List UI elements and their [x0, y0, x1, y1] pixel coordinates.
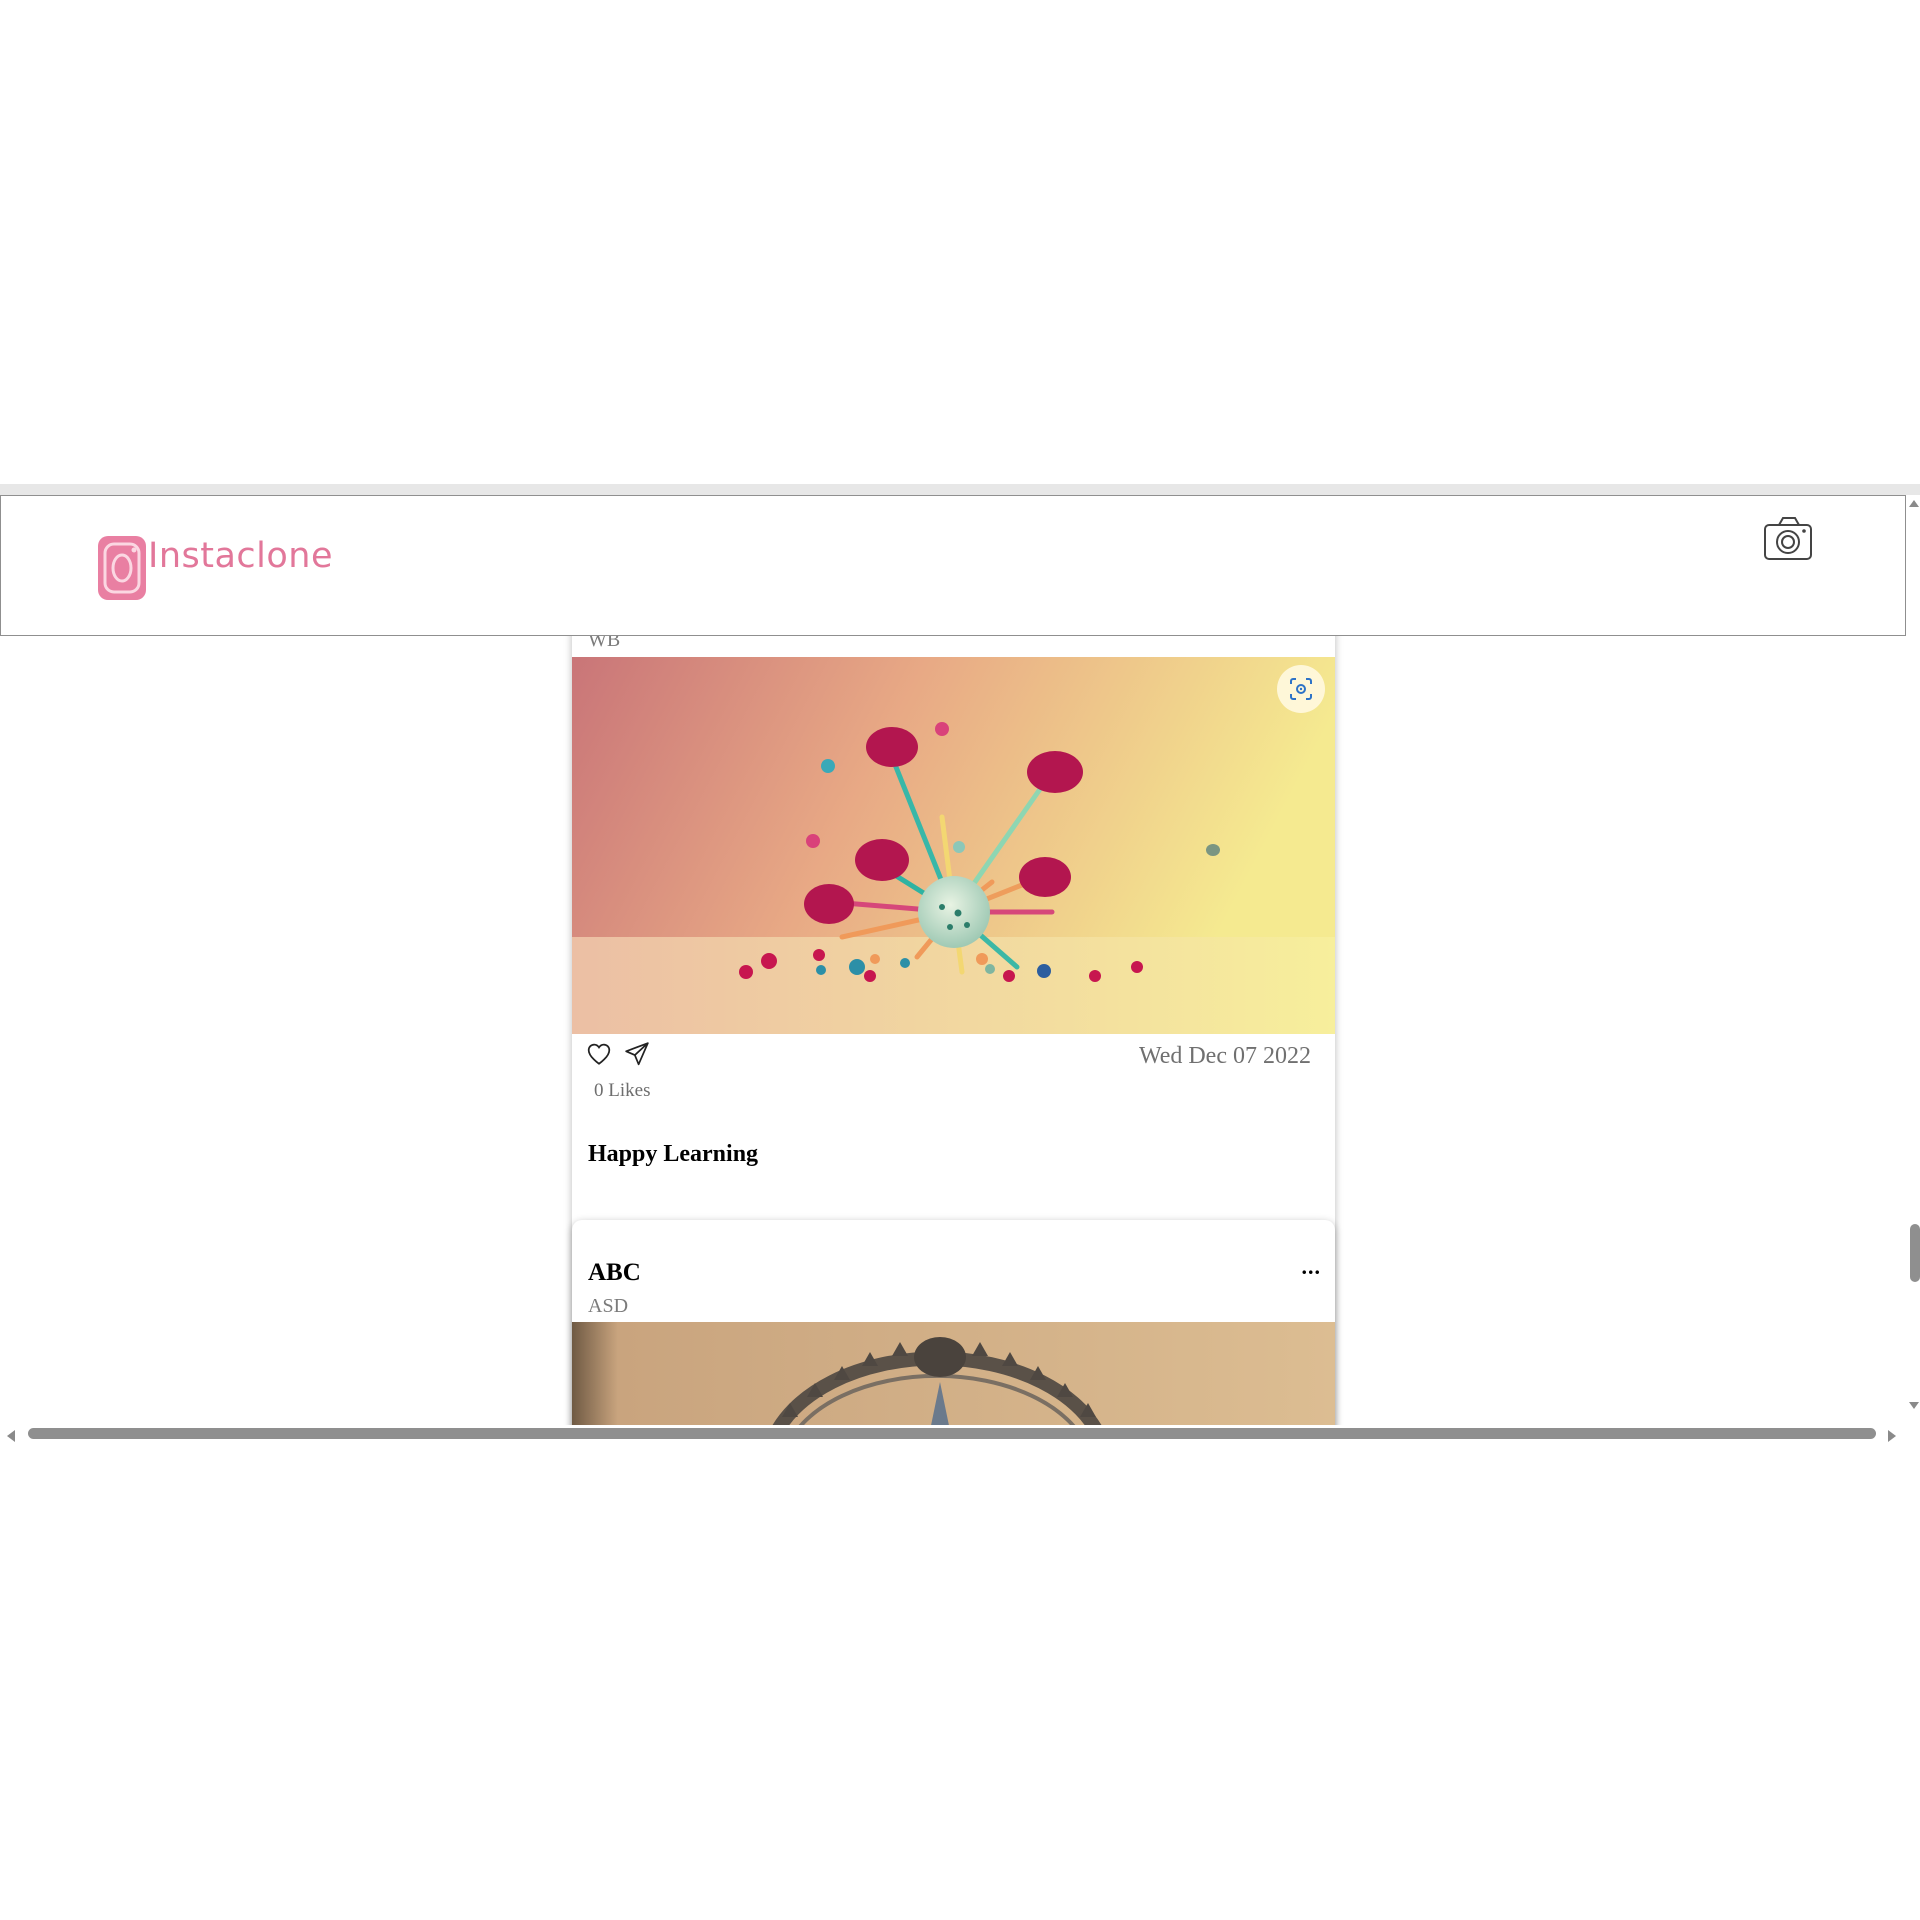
- vertical-scroll-thumb[interactable]: [1910, 1224, 1920, 1282]
- top-navbar: Instaclone: [0, 495, 1906, 636]
- more-options-button[interactable]: ...: [1302, 1254, 1322, 1280]
- post-card: ABC ... ASD: [572, 1220, 1335, 1425]
- window-top-border: [0, 484, 1920, 495]
- post-date: Wed Dec 07 2022: [1138, 1043, 1311, 1069]
- scroll-right-arrow-icon[interactable]: [1888, 1430, 1896, 1442]
- vertical-scrollbar[interactable]: [1906, 495, 1920, 1425]
- heart-icon: [587, 1043, 611, 1065]
- send-icon: [625, 1042, 649, 1066]
- camera-button[interactable]: [1763, 515, 1813, 563]
- share-button[interactable]: [624, 1041, 650, 1067]
- post-username[interactable]: ABC: [588, 1259, 641, 1287]
- app-logo-text[interactable]: Instaclone: [148, 536, 333, 576]
- scroll-left-arrow-icon[interactable]: [7, 1430, 15, 1442]
- scroll-up-arrow-icon[interactable]: [1909, 500, 1919, 507]
- likes-count: 0 Likes: [594, 1080, 651, 1101]
- lens-icon: [1290, 678, 1312, 700]
- post-image[interactable]: [572, 1322, 1335, 1425]
- abstract-sculpture-image: [572, 657, 1335, 1034]
- ornate-arch-image: [572, 1322, 1335, 1425]
- like-button[interactable]: [586, 1041, 612, 1067]
- page-viewport: WB Wed Dec 07 2022 0 Likes Happy Learnin…: [0, 495, 1906, 1425]
- instagram-logo-icon[interactable]: [97, 535, 147, 601]
- lens-button[interactable]: [1277, 665, 1325, 713]
- post-location: ASD: [588, 1295, 629, 1317]
- scroll-down-arrow-icon[interactable]: [1909, 1402, 1919, 1409]
- post-image[interactable]: [572, 657, 1335, 1034]
- camera-icon: [1764, 517, 1812, 560]
- post-caption: Happy Learning: [588, 1141, 759, 1167]
- horizontal-scroll-thumb[interactable]: [28, 1428, 1876, 1439]
- browser-window: WB Wed Dec 07 2022 0 Likes Happy Learnin…: [0, 484, 1920, 1442]
